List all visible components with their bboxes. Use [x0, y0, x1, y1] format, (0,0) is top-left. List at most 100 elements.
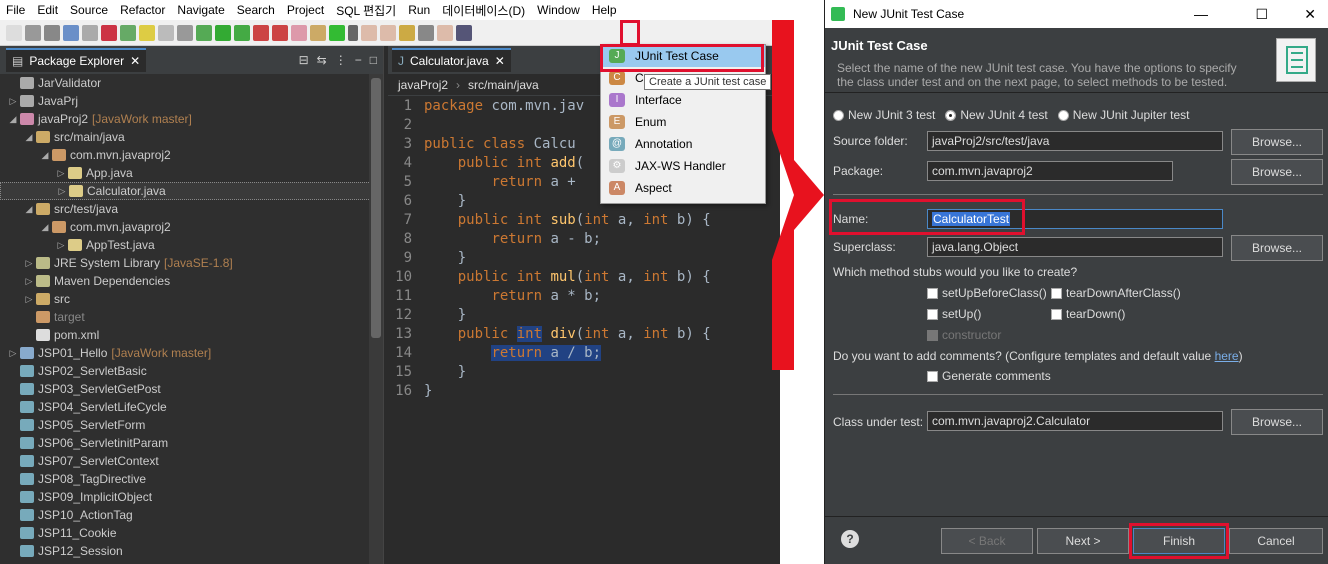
tree-item[interactable]: JSP10_ActionTag	[0, 506, 383, 524]
menu-window[interactable]: Window	[531, 3, 586, 17]
code-line[interactable]: 9 }	[388, 248, 780, 267]
external-tools-icon[interactable]	[234, 24, 250, 41]
templates-link[interactable]: here	[1215, 349, 1239, 363]
cancel-button[interactable]: Cancel	[1229, 528, 1323, 554]
back-button[interactable]: < Back	[941, 528, 1033, 554]
folder-icon[interactable]	[437, 24, 453, 41]
open-type-icon[interactable]	[361, 24, 377, 41]
tree-item[interactable]: JSP08_TagDirective	[0, 470, 383, 488]
expand-arrow-icon[interactable]: ▷	[6, 348, 20, 359]
breadcrumb-project[interactable]: javaProj2	[398, 78, 448, 92]
maximize-icon[interactable]: □	[370, 53, 377, 67]
new-class-icon[interactable]	[329, 24, 345, 41]
expand-arrow-icon[interactable]: ▷	[6, 96, 20, 107]
close-icon[interactable]: ✕	[495, 54, 505, 68]
menu-sql-editor[interactable]: SQL 편집기	[330, 2, 402, 19]
annotation-icon[interactable]	[399, 24, 415, 41]
tree-item[interactable]: ▷ Calculator.java	[0, 182, 383, 200]
skip-breakpoints-icon[interactable]	[82, 24, 98, 41]
expand-arrow-icon[interactable]: ▷	[22, 276, 36, 287]
code-line[interactable]: 11 return a * b;	[388, 286, 780, 305]
link-editor-icon[interactable]: ⇆	[317, 53, 327, 67]
tree-item[interactable]: JSP09_ImplicitObject	[0, 488, 383, 506]
collapse-all-icon[interactable]: ⊟	[299, 53, 309, 67]
dropdown-item[interactable]: ⚙ JAX-WS Handler	[601, 155, 765, 177]
scrollbar-thumb[interactable]	[371, 78, 381, 338]
code-line[interactable]: 14 return a / b;	[388, 343, 780, 362]
tree-item[interactable]: JSP02_ServletBasic	[0, 362, 383, 380]
browse-package-button[interactable]: Browse...	[1231, 159, 1323, 185]
tab-package-explorer[interactable]: ▤ Package Explorer ✕	[6, 48, 147, 72]
git-icon[interactable]	[101, 24, 117, 41]
expand-arrow-icon[interactable]: ▷	[54, 240, 68, 251]
expand-arrow-icon[interactable]: ▷	[22, 294, 36, 305]
tree-item[interactable]: ▷ App.java	[0, 164, 383, 182]
tree-item[interactable]: target	[0, 308, 383, 326]
checkbox[interactable]	[927, 370, 938, 382]
radio-junit3[interactable]	[833, 109, 844, 121]
expand-arrow-icon[interactable]: ◢	[38, 150, 52, 161]
new-icon[interactable]	[6, 24, 22, 41]
radio-jupiter[interactable]	[1057, 109, 1069, 121]
maximize-icon[interactable]: ☐	[1255, 6, 1268, 23]
breadcrumb-src[interactable]: src/main/java	[468, 78, 539, 92]
stub-setup[interactable]: setUp()	[927, 307, 981, 321]
paragraph-icon[interactable]	[177, 24, 193, 41]
terminal-icon[interactable]	[63, 24, 79, 41]
close-icon[interactable]: ✕	[130, 54, 140, 68]
browse-class-button[interactable]: Browse...	[1231, 409, 1323, 435]
highlight-icon[interactable]	[139, 24, 155, 41]
pin-icon[interactable]	[418, 24, 434, 41]
tree-item[interactable]: JarValidator	[0, 74, 383, 92]
menu-help[interactable]: Help	[586, 3, 623, 17]
tree-item[interactable]: JSP03_ServletGetPost	[0, 380, 383, 398]
code-line[interactable]: 8 return a - b;	[388, 229, 780, 248]
menu-navigate[interactable]: Navigate	[171, 3, 230, 17]
tree-item[interactable]: ▷ JSP01_Hello [JavaWork master]	[0, 344, 383, 362]
expand-arrow-icon[interactable]: ◢	[22, 132, 36, 143]
tree-item[interactable]: ▷ JRE System Library [JavaSE-1.8]	[0, 254, 383, 272]
stub-teardown[interactable]: tearDown()	[1051, 307, 1125, 321]
server-icon[interactable]	[272, 24, 288, 41]
close-icon[interactable]: ✕	[1304, 6, 1316, 23]
dropdown-item[interactable]: A Aspect	[601, 177, 765, 199]
tree-item[interactable]: JSP12_Session	[0, 542, 383, 560]
minimize-icon[interactable]: —	[1194, 6, 1208, 22]
tree-item[interactable]: ▷ AppTest.java	[0, 236, 383, 254]
tree-item[interactable]: ◢ com.mvn.javaproj2	[0, 218, 383, 236]
tree-item[interactable]: JSP11_Cookie	[0, 524, 383, 542]
new-java-project-icon[interactable]	[291, 24, 307, 41]
minimize-icon[interactable]: −	[355, 53, 362, 67]
menu-database[interactable]: 데이터베이스(D)	[436, 2, 531, 19]
menu-search[interactable]: Search	[231, 3, 281, 17]
expand-arrow-icon[interactable]: ◢	[6, 114, 20, 125]
expand-arrow-icon[interactable]: ◢	[38, 222, 52, 233]
menu-edit[interactable]: Edit	[31, 3, 64, 17]
tree-item[interactable]: JSP05_ServletForm	[0, 416, 383, 434]
dropdown-item[interactable]: E Enum	[601, 111, 765, 133]
menu-file[interactable]: File	[0, 3, 31, 17]
code-line[interactable]: 15 }	[388, 362, 780, 381]
checkbox[interactable]	[1051, 308, 1062, 320]
code-line[interactable]: 16}	[388, 381, 780, 400]
expand-arrow-icon[interactable]: ◢	[22, 204, 36, 215]
copy-icon[interactable]	[158, 24, 174, 41]
checkbox[interactable]	[927, 287, 938, 299]
expand-arrow-icon[interactable]: ▷	[54, 168, 68, 179]
tree-item[interactable]: ▷ Maven Dependencies	[0, 272, 383, 290]
menu-refactor[interactable]: Refactor	[114, 3, 171, 17]
menu-run[interactable]: Run	[402, 3, 436, 17]
explorer-scrollbar[interactable]	[369, 74, 383, 564]
menu-project[interactable]: Project	[281, 3, 330, 17]
open-task-icon[interactable]	[380, 24, 396, 41]
browse-source-button[interactable]: Browse...	[1231, 129, 1323, 155]
save-all-icon[interactable]	[44, 24, 60, 41]
stop-icon[interactable]	[253, 24, 269, 41]
expand-arrow-icon[interactable]: ▷	[22, 258, 36, 269]
help-icon[interactable]: ?	[841, 530, 859, 548]
tree-item[interactable]: JSP06_ServletinitParam	[0, 434, 383, 452]
generate-comments[interactable]: Generate comments	[927, 369, 1051, 383]
menu-source[interactable]: Source	[64, 3, 114, 17]
run-icon[interactable]	[215, 24, 231, 41]
superclass-field[interactable]: java.lang.Object	[927, 237, 1223, 257]
